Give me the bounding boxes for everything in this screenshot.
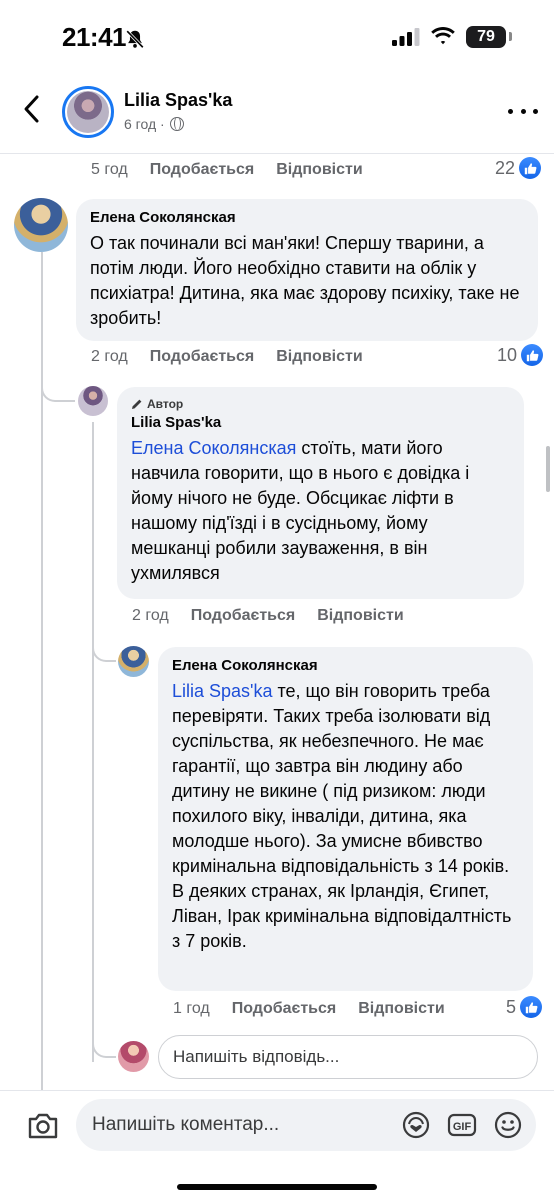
commenter-avatar[interactable] <box>78 386 108 416</box>
thread-connector <box>92 640 116 662</box>
reply-button[interactable]: Відповісти <box>317 607 403 625</box>
reply-button[interactable]: Відповісти <box>358 1000 444 1018</box>
comment-time: 1 год <box>173 1000 210 1017</box>
author-name[interactable]: Lilia Spas'ka <box>124 90 232 111</box>
reaction-count[interactable]: 5 <box>506 996 543 1018</box>
reaction-count[interactable]: 22 <box>495 157 542 179</box>
comment-actions: 1 год Подобається Відповісти <box>173 1000 445 1018</box>
dot-icon <box>508 108 513 114</box>
reply-button[interactable]: Відповісти <box>276 161 362 179</box>
avatar-image <box>67 91 109 133</box>
avatar-sticker-button[interactable] <box>400 1109 432 1141</box>
gif-label: GIF <box>453 1121 472 1133</box>
emoji-button[interactable] <box>492 1109 524 1141</box>
camera-icon[interactable] <box>26 1109 60 1143</box>
reply-button[interactable]: Відповісти <box>276 348 362 366</box>
commenter-avatar[interactable] <box>118 646 149 677</box>
author-avatar[interactable] <box>62 86 114 138</box>
pencil-icon <box>132 399 142 409</box>
globe-icon <box>169 117 184 131</box>
like-button[interactable]: Подобається <box>191 607 296 625</box>
reaction-number: 5 <box>506 996 517 1017</box>
clock: 21:41 <box>62 22 127 52</box>
battery-cap <box>509 32 512 41</box>
dot-icon <box>533 108 538 114</box>
commenter-avatar[interactable] <box>14 198 68 252</box>
current-user-avatar <box>118 1041 149 1072</box>
reaction-number: 10 <box>497 344 518 365</box>
comment-time: 2 год <box>91 348 128 365</box>
post-time: 6 год · <box>124 116 165 132</box>
mention-link[interactable]: Елена Соколянская <box>131 438 296 458</box>
like-button[interactable]: Подобається <box>232 1000 337 1018</box>
comment-actions: 2 год Подобається Відповісти <box>91 348 363 366</box>
like-button[interactable]: Подобається <box>150 348 255 366</box>
comment-placeholder: Напишіть коментар... <box>92 1114 280 1135</box>
mention-link[interactable]: Lilia Spas'ka <box>172 681 273 701</box>
post-meta: 6 год · <box>124 116 184 132</box>
thread-line <box>92 422 94 1062</box>
more-options-button[interactable] <box>508 106 538 116</box>
like-button[interactable]: Подобається <box>150 161 255 179</box>
avatar-sticker-icon <box>402 1111 430 1139</box>
thread-connector <box>41 378 75 402</box>
reply-placeholder: Напишіть відповідь... <box>173 1047 340 1066</box>
chevron-left-icon <box>24 95 39 123</box>
bell-muted-icon <box>126 30 144 49</box>
thumbs-up-icon <box>519 157 542 179</box>
comment-bubble: Елена Соколянская Lilia Spas'ka те, що в… <box>158 647 533 991</box>
comment-actions: 2 год Подобається Відповісти <box>132 607 404 625</box>
comment-author[interactable]: Елена Соколянская <box>90 209 524 226</box>
post-header: Lilia Spas'ka 6 год · <box>0 76 554 154</box>
back-button[interactable] <box>14 92 48 126</box>
comment-bubble: Елена Соколянская О так починали всі ман… <box>76 199 538 341</box>
comment-text: О так починали всі ман'яки! Спершу твари… <box>90 233 520 328</box>
dot-icon <box>520 108 526 114</box>
comment-author[interactable]: Lilia Spas'ka <box>131 414 510 431</box>
comment-author[interactable]: Елена Соколянская <box>172 657 519 674</box>
home-indicator <box>177 1184 377 1190</box>
comment-actions: 5 год Подобається Відповісти <box>91 161 363 179</box>
battery-indicator: 79 <box>466 26 506 48</box>
gif-button[interactable]: GIF <box>446 1109 478 1141</box>
thread-connector <box>92 1038 116 1058</box>
comment-bubble: Автор Lilia Spas'ka Елена Соколянская ст… <box>117 387 524 599</box>
thumbs-up-icon <box>520 996 543 1018</box>
comment-body: те, що він говорить треба перевіряти. Та… <box>172 681 512 951</box>
reaction-count[interactable]: 10 <box>497 344 544 366</box>
signal-icon <box>392 28 420 46</box>
wifi-icon <box>431 27 455 45</box>
smiley-icon <box>494 1111 522 1139</box>
thumbs-up-icon <box>521 344 544 366</box>
reply-input[interactable]: Напишіть відповідь... <box>158 1035 538 1079</box>
comment-text: Lilia Spas'ka те, що він говорить треба … <box>172 679 519 954</box>
status-bar: 21:41 79 <box>0 0 554 76</box>
gif-icon: GIF <box>447 1113 477 1137</box>
comment-time: 5 год <box>91 161 128 178</box>
comment-time: 2 год <box>132 607 169 624</box>
comment-text: Елена Соколянская стоїть, мати його навч… <box>131 436 510 586</box>
author-badge-label: Автор <box>147 397 184 411</box>
reaction-number: 22 <box>495 157 516 178</box>
comment-body: стоїть, мати його навчила говорити, що в… <box>131 438 470 583</box>
scrollbar[interactable] <box>546 446 550 492</box>
author-badge: Автор <box>131 397 510 411</box>
